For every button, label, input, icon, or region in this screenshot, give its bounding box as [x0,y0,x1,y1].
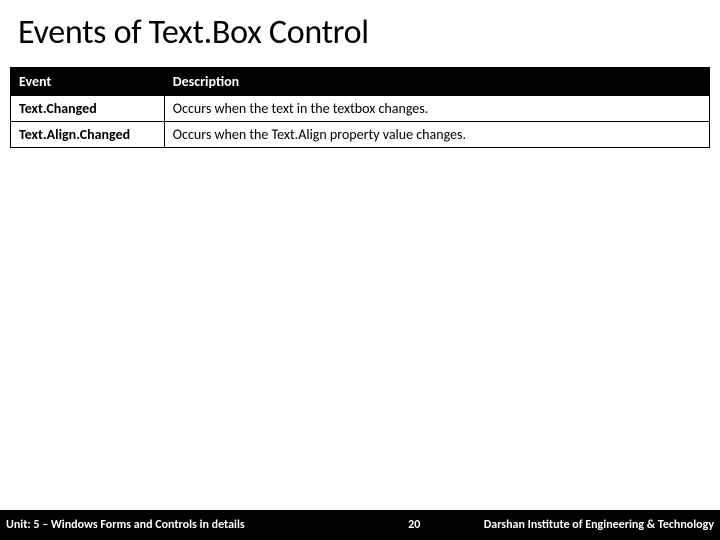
table-row: Text.Align.Changed Occurs when the Text.… [11,122,710,148]
footer-page-number: 20 [245,518,484,532]
footer-unit: Unit: 5 – Windows Forms and Controls in … [6,518,245,532]
cell-event-description: Occurs when the text in the textbox chan… [164,96,709,122]
cell-event-description: Occurs when the Text.Align property valu… [164,122,709,148]
footer-institute: Darshan Institute of Engineering & Techn… [484,518,714,532]
header-event: Event [11,68,165,96]
cell-event-name: Text.Changed [11,96,165,122]
cell-event-name: Text.Align.Changed [11,122,165,148]
events-table-container: Event Description Text.Changed Occurs wh… [0,67,720,148]
slide-title: Events of Text.Box Control [0,0,720,67]
table-header-row: Event Description [11,68,710,96]
footer-bar: Unit: 5 – Windows Forms and Controls in … [0,510,720,540]
events-table: Event Description Text.Changed Occurs wh… [10,67,710,148]
header-description: Description [164,68,709,96]
table-row: Text.Changed Occurs when the text in the… [11,96,710,122]
